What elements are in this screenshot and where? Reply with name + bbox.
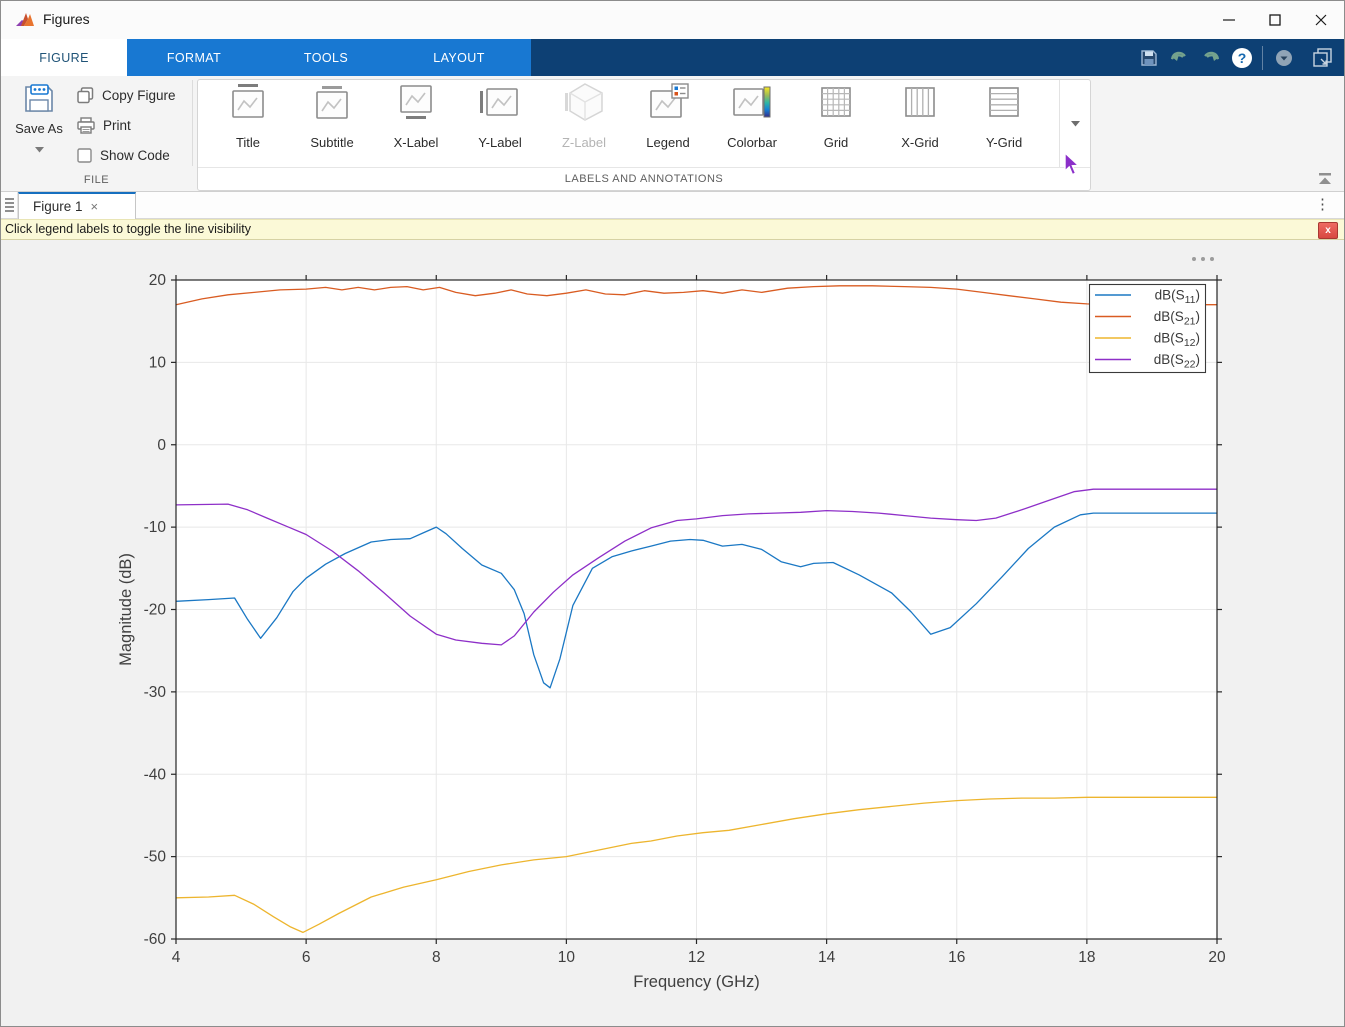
x-tick-label: 20 [1208, 949, 1226, 966]
y-axis-label: Magnitude (dB) [117, 553, 135, 666]
x-tick-label: 16 [948, 949, 965, 966]
y-tick-label: -30 [144, 684, 167, 701]
print-button[interactable]: Print [77, 114, 131, 136]
x-tick-label: 10 [558, 949, 576, 966]
copy-icon [77, 87, 94, 104]
s-parameter-chart: 4 6 8 10 12 14 16 18 20 20 10 0 -10 -20 -30 -40 -50 -60 Fr… [1, 240, 1344, 1026]
title-button[interactable]: Title [206, 82, 290, 168]
maximize-button[interactable] [1252, 1, 1298, 38]
z-label-button[interactable]: Z-Label [542, 82, 626, 168]
gallery-dropdown-button[interactable] [1059, 80, 1090, 168]
checkbox-icon [77, 148, 92, 163]
save-as-button[interactable]: Save As [11, 84, 67, 158]
figure-tab-bar: Figure 1 × ⋮ [1, 192, 1344, 219]
tab-format[interactable]: FORMAT [127, 39, 261, 76]
popout-icon[interactable] [1307, 44, 1338, 72]
tabbar-menu-icon[interactable]: ⋮ [1315, 195, 1330, 215]
svg-text:?: ? [1237, 50, 1246, 66]
x-tick-label: 14 [818, 949, 836, 966]
collapse-ribbon-icon [1317, 172, 1333, 186]
ribbon-tab-strip: FIGURE FORMAT TOOLS LAYOUT [1, 39, 1344, 76]
subtitle-button[interactable]: Subtitle [290, 82, 374, 168]
ribbon-body: Save As Copy Figure Print [1, 76, 1344, 192]
print-label: Print [103, 118, 131, 133]
save-as-caret-icon [11, 140, 67, 158]
grid-icon [813, 82, 859, 130]
tab-figure[interactable]: FIGURE [1, 39, 127, 76]
show-code-label: Show Code [100, 148, 170, 163]
collapse-ribbon-button[interactable] [1314, 170, 1336, 188]
close-button[interactable] [1298, 1, 1344, 38]
drag-handle-icon[interactable] [5, 198, 14, 212]
matlab-logo-icon [15, 10, 35, 35]
y-label-icon [477, 82, 523, 130]
legend-button[interactable]: Legend [626, 82, 710, 168]
x-tick-label: 8 [432, 949, 441, 966]
y-tick-label: 0 [157, 437, 166, 454]
dropdown-icon[interactable] [1268, 44, 1299, 72]
y-tick-label: -50 [144, 849, 167, 866]
x-tick-label: 12 [688, 949, 705, 966]
ribbon-tabs: FIGURE FORMAT TOOLS LAYOUT [1, 39, 531, 76]
tab-layout[interactable]: LAYOUT [391, 39, 527, 76]
grid-button[interactable]: Grid [794, 82, 878, 168]
notification-bar: Click legend labels to toggle the line v… [1, 219, 1344, 240]
tab-tools[interactable]: TOOLS [261, 39, 391, 76]
labels-section-footer: LABELS AND ANNOTATIONS [198, 167, 1090, 190]
y-tick-label: -40 [144, 766, 167, 783]
title-bar: Figures [1, 1, 1344, 39]
x-tick-label: 6 [302, 949, 311, 966]
x-label-icon [393, 82, 439, 130]
figure-tab-close-icon[interactable]: × [91, 199, 99, 214]
window-title: Figures [43, 11, 90, 27]
help-icon[interactable]: ? [1226, 44, 1257, 72]
figure-1-tab[interactable]: Figure 1 × [18, 192, 136, 219]
y-label-button[interactable]: Y-Label [458, 82, 542, 168]
notification-close-button[interactable]: x [1318, 222, 1338, 239]
y-tick-label: -60 [144, 931, 167, 948]
copy-figure-button[interactable]: Copy Figure [77, 84, 176, 106]
minimize-button[interactable] [1206, 1, 1252, 38]
y-tick-label: -10 [144, 519, 167, 536]
x-tick-label: 4 [172, 949, 181, 966]
figures-window: Figures FIGURE FORMAT TOOLS LAYOUT [0, 0, 1345, 1027]
show-code-checkbox[interactable]: Show Code [77, 144, 170, 166]
save-as-icon [23, 84, 55, 114]
redo-icon[interactable] [1195, 44, 1226, 72]
save-as-label: Save As [11, 121, 67, 136]
section-separator [192, 80, 193, 166]
x-label-button[interactable]: X-Label [374, 82, 458, 168]
subtitle-icon [309, 82, 355, 130]
copy-figure-label: Copy Figure [102, 88, 176, 103]
file-section-footer: FILE [1, 170, 192, 190]
z-label-icon [561, 82, 607, 130]
notification-text: Click legend labels to toggle the line v… [5, 222, 251, 236]
labels-annotations-panel: Title Subtitle [197, 79, 1091, 191]
title-icon [225, 82, 271, 130]
x-grid-button[interactable]: X-Grid [878, 82, 962, 168]
save-icon[interactable] [1133, 44, 1164, 72]
qab-separator [1262, 46, 1263, 70]
y-tick-label: 10 [149, 354, 167, 371]
print-icon [77, 117, 95, 134]
quick-access-toolbar: ? [1133, 39, 1338, 76]
x-grid-icon [897, 82, 943, 130]
y-tick-label: 20 [149, 272, 167, 289]
figure-tab-label: Figure 1 [33, 199, 83, 214]
y-grid-button[interactable]: Y-Grid [962, 82, 1046, 168]
x-axis-label: Frequency (GHz) [633, 973, 760, 991]
figure-canvas: 4 6 8 10 12 14 16 18 20 20 10 0 -10 -20 -30 -40 -50 -60 Fr… [1, 240, 1344, 1026]
y-tick-label: -20 [144, 602, 167, 619]
colorbar-icon [729, 82, 775, 130]
colorbar-button[interactable]: Colorbar [710, 82, 794, 168]
undo-icon[interactable] [1164, 44, 1195, 72]
x-tick-label: 18 [1078, 949, 1095, 966]
legend-icon [645, 82, 691, 130]
chevron-down-icon [1071, 121, 1080, 127]
y-grid-icon [981, 82, 1027, 130]
